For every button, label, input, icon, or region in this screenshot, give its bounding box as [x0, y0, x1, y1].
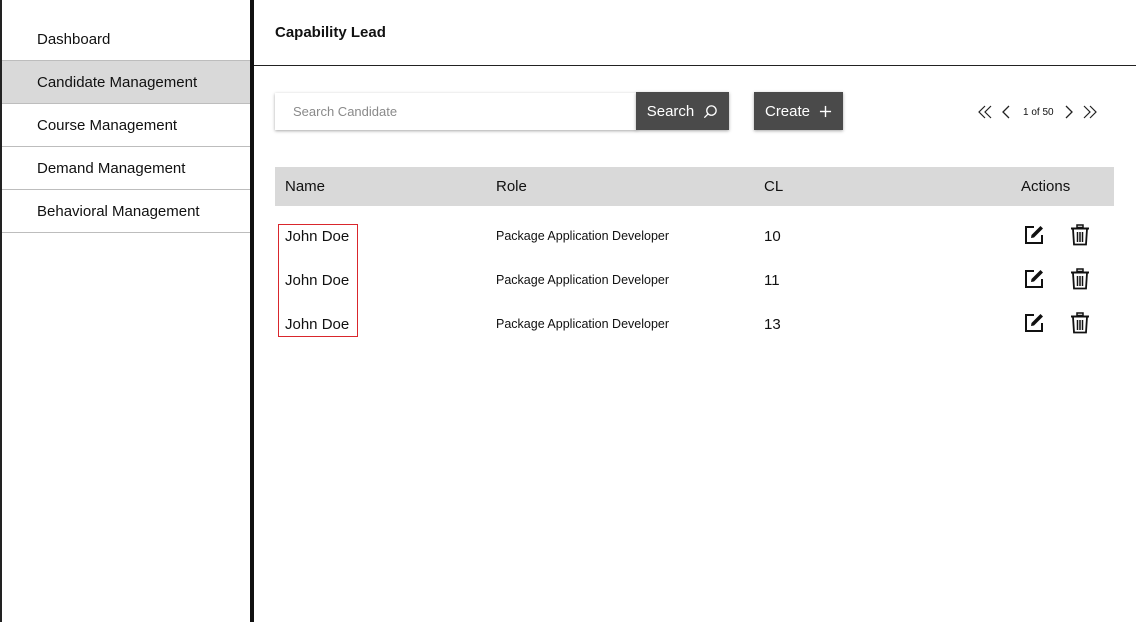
sidebar-item-label: Dashboard — [37, 30, 111, 48]
search-button[interactable]: Search — [636, 92, 729, 130]
sidebar-item-course-management[interactable]: Course Management — [2, 104, 252, 147]
sidebar-nav: Dashboard Candidate Management Course Ma… — [2, 18, 252, 233]
pagination: 1 of 50 — [977, 102, 1098, 122]
cell-role: Package Application Developer — [496, 317, 670, 331]
last-page-icon[interactable] — [1082, 104, 1098, 120]
page-indicator: 1 of 50 — [1023, 106, 1054, 118]
column-header-name[interactable]: Name — [285, 178, 325, 195]
app-root: Dashboard Candidate Management Course Ma… — [0, 0, 1136, 622]
sidebar-item-label: Behavioral Management — [37, 202, 200, 220]
sidebar: Dashboard Candidate Management Course Ma… — [0, 0, 252, 622]
sidebar-item-label: Demand Management — [37, 159, 186, 177]
header: Capability Lead — [254, 0, 1136, 66]
edit-icon[interactable] — [1023, 268, 1045, 290]
edit-icon[interactable] — [1023, 224, 1045, 246]
prev-page-icon[interactable] — [1001, 104, 1011, 120]
plus-icon — [819, 105, 832, 118]
sidebar-divider — [250, 0, 254, 622]
search-icon — [703, 104, 718, 119]
cell-cl: 13 — [764, 316, 781, 333]
sidebar-item-candidate-management[interactable]: Candidate Management — [2, 61, 252, 104]
cell-cl: 11 — [764, 272, 780, 289]
first-page-icon[interactable] — [977, 104, 993, 120]
table-header: Name Role CL Actions — [275, 167, 1114, 206]
trash-icon[interactable] — [1070, 268, 1090, 290]
edit-icon[interactable] — [1023, 312, 1045, 334]
cell-name: John Doe — [285, 272, 350, 289]
cell-name: John Doe — [285, 228, 350, 245]
table-row: John Doe Package Application Developer 1… — [275, 312, 1114, 358]
column-header-actions: Actions — [1021, 178, 1071, 195]
table-row: John Doe Package Application Developer 1… — [275, 224, 1114, 270]
column-header-role[interactable]: Role — [496, 178, 527, 195]
page-title: Capability Lead — [275, 24, 386, 41]
create-button-label: Create — [764, 102, 811, 120]
column-header-cl[interactable]: CL — [764, 178, 783, 195]
sidebar-item-label: Course Management — [37, 116, 178, 134]
sidebar-item-behavioral-management[interactable]: Behavioral Management — [2, 190, 252, 233]
cell-role: Package Application Developer — [496, 273, 670, 287]
trash-icon[interactable] — [1070, 224, 1090, 246]
trash-icon[interactable] — [1070, 312, 1090, 334]
sidebar-item-dashboard[interactable]: Dashboard — [2, 18, 252, 61]
cell-name: John Doe — [285, 316, 350, 333]
create-button[interactable]: Create — [754, 92, 843, 130]
cell-role: Package Application Developer — [496, 229, 670, 243]
sidebar-item-label: Candidate Management — [37, 73, 198, 91]
table-row: John Doe Package Application Developer 1… — [275, 268, 1114, 314]
sidebar-item-demand-management[interactable]: Demand Management — [2, 147, 252, 190]
cell-cl: 10 — [764, 228, 781, 245]
search-button-label: Search — [646, 102, 695, 120]
search-input[interactable] — [275, 92, 637, 131]
search-box — [275, 92, 637, 131]
next-page-icon[interactable] — [1064, 104, 1074, 120]
